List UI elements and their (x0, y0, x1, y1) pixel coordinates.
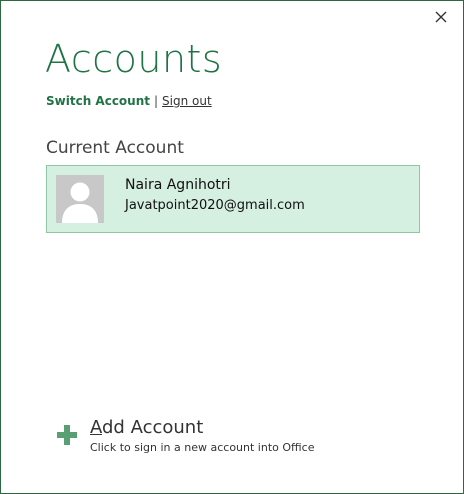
add-account-description: Click to sign in a new account into Offi… (90, 441, 315, 454)
avatar-placeholder-icon (56, 175, 104, 223)
accounts-dialog: Accounts Switch Account | Sign out Current… (0, 0, 464, 494)
add-account-mnemonic: A (90, 417, 102, 438)
sign-out-link[interactable]: Sign out (162, 94, 212, 108)
plus-icon (57, 425, 77, 445)
switch-account-link[interactable]: Switch Account (46, 94, 150, 108)
avatar (56, 175, 104, 223)
add-account-button[interactable]: Add Account Click to sign in a new accou… (57, 417, 357, 459)
current-account-card[interactable]: Naira Agnihotri Javatpoint2020@gmail.com (46, 165, 420, 233)
add-account-label: Add Account (90, 417, 203, 438)
close-icon (435, 11, 447, 23)
page-title: Accounts (45, 37, 223, 81)
account-links: Switch Account | Sign out (46, 94, 212, 108)
add-account-label-rest: dd Account (102, 417, 204, 438)
close-button[interactable] (431, 7, 451, 27)
account-name: Naira Agnihotri (125, 177, 231, 193)
account-email: Javatpoint2020@gmail.com (125, 198, 305, 213)
current-account-heading: Current Account (46, 138, 184, 158)
link-separator: | (154, 94, 159, 108)
